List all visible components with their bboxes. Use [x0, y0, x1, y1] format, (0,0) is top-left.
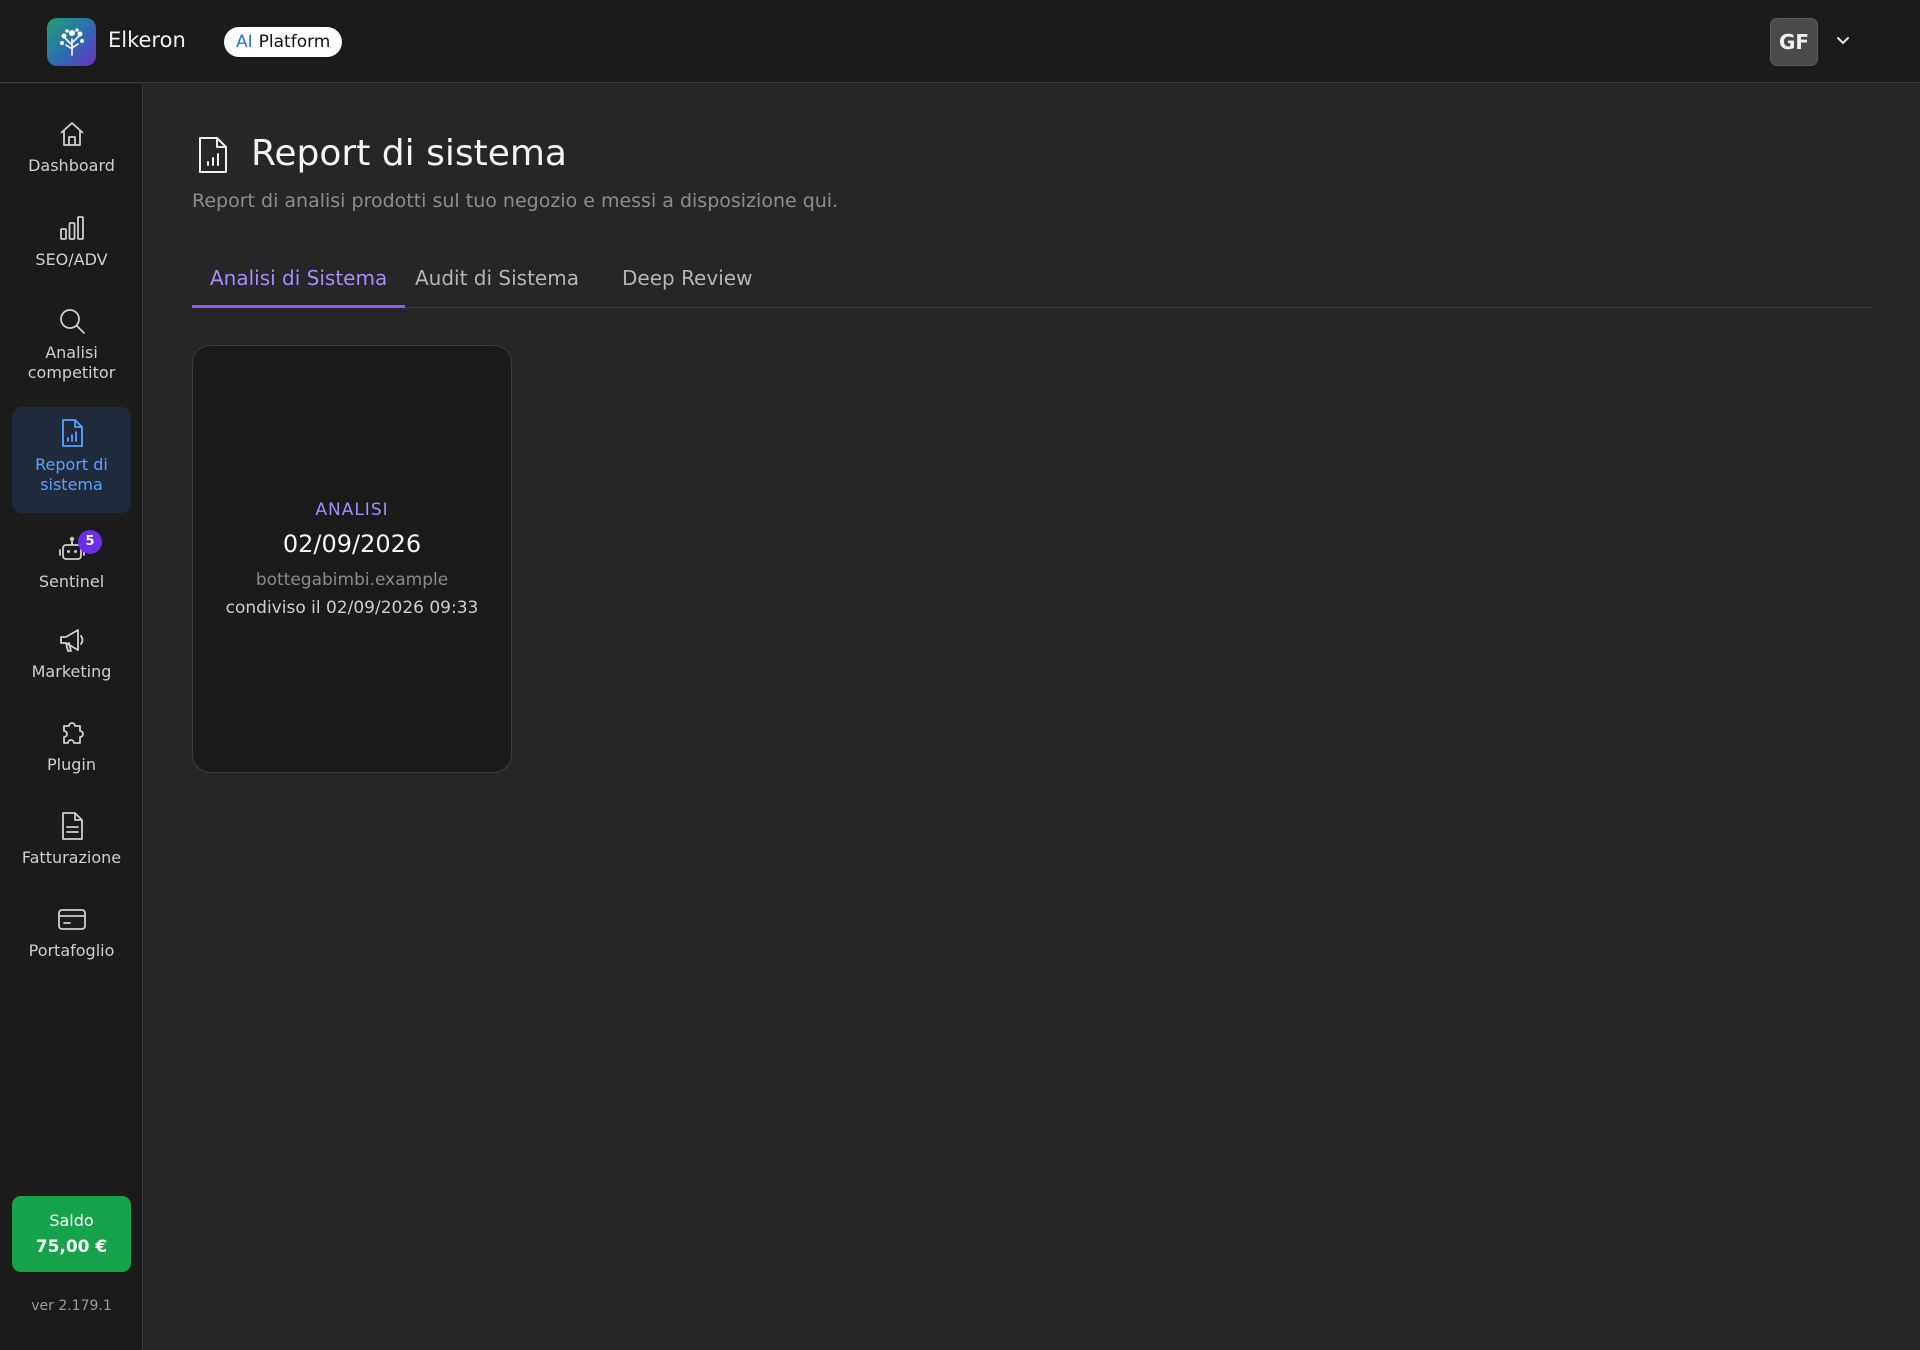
- sidebar-item-label: Fatturazione: [21, 848, 122, 867]
- sidebar: Dashboard SEO/ADV Analisi competitor Rep…: [0, 84, 143, 1350]
- report-date: 02/09/2026: [282, 530, 422, 558]
- report-icon: [199, 137, 227, 173]
- puzzle-icon: [62, 722, 84, 744]
- sidebar-item-sentinel[interactable]: 5 Sentinel: [12, 530, 131, 592]
- sidebar-item-report-di-sistema[interactable]: Report di sistema: [12, 407, 131, 513]
- tree-icon: [59, 28, 84, 56]
- saldo-amount: 75,00 €: [35, 1237, 108, 1257]
- sidebar-item-marketing[interactable]: Marketing: [12, 624, 131, 682]
- sidebar-item-label: Dashboard: [28, 156, 115, 175]
- report-card[interactable]: ANALISI 02/09/2026 bottegabimbi.example …: [192, 345, 512, 773]
- sidebar-item-label: Report di sistema: [35, 455, 108, 494]
- user-avatar[interactable]: GF: [1770, 18, 1818, 66]
- report-type: ANALISI: [315, 500, 389, 520]
- report-icon: [61, 419, 83, 447]
- saldo-button[interactable]: Saldo 75,00 €: [12, 1196, 131, 1272]
- megaphone-icon: [59, 629, 83, 652]
- version-label: ver 2.179.1: [31, 1298, 112, 1314]
- sidebar-item-portafoglio[interactable]: Portafoglio: [12, 903, 131, 961]
- tab-bar: Analisi di Sistema Audit di Sistema Deep…: [192, 258, 1871, 308]
- sidebar-item-label: Plugin: [47, 755, 96, 774]
- sidebar-item-plugin[interactable]: Plugin: [12, 717, 131, 775]
- sidebar-item-label: Analisi competitor: [27, 343, 116, 382]
- page-title: Report di sistema: [251, 133, 567, 174]
- sidebar-item-label: SEO/ADV: [35, 250, 108, 269]
- sidebar-item-label: Portafoglio: [28, 941, 115, 960]
- tab-analisi-di-sistema[interactable]: Analisi di Sistema: [192, 258, 406, 308]
- sidebar-item-label: Marketing: [31, 662, 112, 681]
- saldo-label: Saldo: [49, 1211, 94, 1230]
- search-icon: [59, 309, 85, 334]
- brand-name: Elkeron: [108, 28, 186, 52]
- bar-chart-icon: [59, 216, 84, 240]
- home-icon: [59, 122, 84, 146]
- invoice-icon: [61, 812, 83, 840]
- pill-ai-label: AI: [236, 32, 253, 52]
- sidebar-item-seo-adv[interactable]: SEO/ADV: [12, 212, 131, 270]
- tab-audit-di-sistema[interactable]: Audit di Sistema: [397, 258, 597, 308]
- sidebar-item-fatturazione[interactable]: Fatturazione: [12, 810, 131, 868]
- page-subtitle: Report di analisi prodotti sul tuo negoz…: [192, 190, 839, 212]
- sidebar-item-analisi-competitor[interactable]: Analisi competitor: [12, 305, 131, 383]
- report-shared-date: condiviso il 02/09/2026 09:33: [225, 598, 479, 618]
- report-site: bottegabimbi.example: [255, 570, 449, 590]
- elkeron-logo[interactable]: [47, 18, 96, 66]
- tab-deep-review[interactable]: Deep Review: [604, 258, 770, 308]
- ai-platform-pill: AI Platform: [224, 27, 343, 57]
- wallet-card-icon: [57, 909, 86, 930]
- sidebar-item-label: Sentinel: [38, 572, 105, 591]
- top-bar: Elkeron AI Platform GF: [0, 0, 1920, 83]
- sidebar-item-dashboard[interactable]: Dashboard: [12, 118, 131, 176]
- notification-badge: 5: [78, 530, 102, 554]
- pill-platform-label: Platform: [258, 32, 331, 52]
- chevron-down-icon[interactable]: [1832, 30, 1854, 52]
